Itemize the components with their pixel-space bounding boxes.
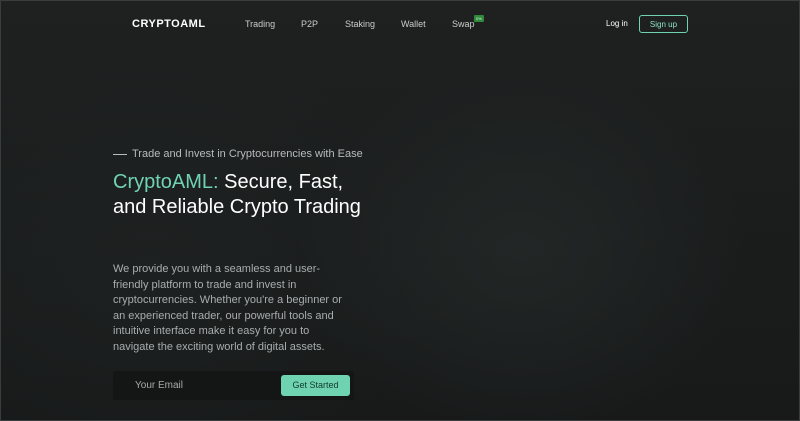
hero-description: We provide you with a seamless and user-… [113, 263, 342, 353]
swap-badge: 0% [474, 15, 484, 22]
login-link[interactable]: Log in [606, 19, 628, 28]
eyebrow-dash [113, 153, 127, 155]
hero-eyebrow: Trade and Invest in Cryptocurrencies wit… [113, 148, 363, 160]
signup-button[interactable]: Sign up [639, 15, 688, 33]
site-logo[interactable]: CRYPTOAML [132, 18, 206, 30]
email-signup-form: Get Started [113, 371, 354, 400]
nav-link-p2p[interactable]: P2P [301, 19, 318, 29]
get-started-button[interactable]: Get Started [281, 375, 350, 396]
eyebrow-text: Trade and Invest in Cryptocurrencies wit… [132, 148, 363, 160]
nav-link-trading[interactable]: Trading [245, 19, 275, 29]
headline-brand: CryptoAML: [113, 171, 219, 193]
nav-link-wallet[interactable]: Wallet [401, 19, 426, 29]
top-navbar: CRYPTOAML Trading P2P Staking Wallet Swa… [0, 0, 800, 48]
nav-link-staking[interactable]: Staking [345, 19, 375, 29]
nav-link-swap[interactable]: Swap [452, 19, 475, 29]
email-input[interactable] [135, 378, 275, 393]
hero-headline: CryptoAML: Secure, Fast, and Reliable Cr… [113, 170, 363, 220]
